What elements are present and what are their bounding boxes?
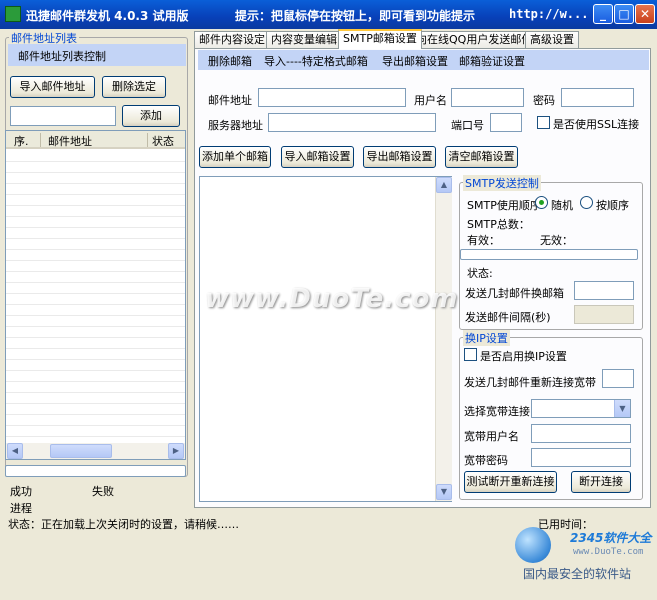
watermark-text: www.DuoTe.com: [205, 284, 459, 314]
disconnect-button[interactable]: 断开连接: [571, 471, 631, 493]
brand-logo: 2345软件大全 www.DuoTe.com 国内最安全的软件站: [515, 523, 657, 600]
smtp-server-input[interactable]: [268, 113, 436, 132]
column-status[interactable]: 状态: [152, 133, 174, 149]
connection-select[interactable]: ▼: [531, 399, 631, 418]
reconnect-count-label: 发送几封邮件重新连接宽带: [464, 376, 596, 389]
test-reconnect-button[interactable]: 测试断开重新连接: [464, 471, 557, 493]
tab-mail-content[interactable]: 邮件内容设定: [194, 31, 270, 48]
globe-icon: [515, 527, 551, 563]
server-address-label: 服务器地址: [208, 119, 263, 132]
switch-mailbox-label: 发送几封邮件换邮箱: [465, 287, 564, 300]
main-window: 迅捷邮件群发机 4.0.3 试用版 提示：把鼠标停在按钮上，即可看到功能提示 h…: [0, 0, 657, 600]
import-special-format-menu[interactable]: 导入----特定格式邮箱: [264, 53, 368, 69]
smtp-invalid-label: 无效：: [540, 234, 573, 247]
broadband-password-input[interactable]: [531, 448, 631, 467]
smtp-email-input[interactable]: [258, 88, 406, 107]
delete-selected-button[interactable]: 删除选定: [102, 76, 166, 98]
tab-variable-edit[interactable]: 内容变量编辑: [266, 31, 342, 48]
switch-mailbox-input[interactable]: [574, 281, 634, 300]
email-list-control-bar: 邮件地址列表控制: [8, 44, 186, 66]
ssl-label: 是否使用SSL连接: [553, 118, 640, 131]
column-email[interactable]: 邮件地址: [48, 133, 92, 149]
close-button[interactable]: ✕: [635, 4, 655, 24]
smtp-username-input[interactable]: [451, 88, 524, 107]
brand-slogan: 国内最安全的软件站: [523, 567, 632, 581]
status-text: 状态：正在加载上次关闭时的设置，请稍候……: [8, 518, 239, 531]
scroll-down-icon[interactable]: ▼: [436, 484, 452, 500]
tab-qq-online[interactable]: 向在线QQ用户发送邮件: [411, 31, 538, 48]
delete-mailbox-menu[interactable]: 删除邮箱: [208, 53, 252, 69]
smtp-control-title: SMTP发送控制: [463, 175, 541, 191]
maximize-button[interactable]: □: [614, 4, 634, 24]
broadband-password-label: 宽带密码: [464, 454, 508, 467]
minimize-button[interactable]: _: [593, 4, 613, 24]
progress-label: 进程: [10, 502, 32, 515]
tooltip-hint: 提示：把鼠标停在按钮上，即可看到功能提示: [235, 9, 476, 23]
smtp-progress-bar: [460, 249, 638, 260]
email-address-label: 邮件地址: [208, 94, 252, 107]
window-title: 迅捷邮件群发机 4.0.3 试用版: [26, 9, 189, 23]
send-interval-input: [574, 305, 634, 324]
scroll-left-icon[interactable]: ◀: [7, 443, 23, 459]
smtp-order-label: SMTP使用顺序: [467, 199, 541, 212]
broadband-username-input[interactable]: [531, 424, 631, 443]
add-single-mailbox-button[interactable]: 添加单个邮箱: [199, 146, 271, 168]
smtp-password-input[interactable]: [561, 88, 634, 107]
title-bar[interactable]: 迅捷邮件群发机 4.0.3 试用版 提示：把鼠标停在按钮上，即可看到功能提示 h…: [0, 0, 657, 29]
smtp-port-input[interactable]: [490, 113, 522, 132]
ssl-checkbox[interactable]: [537, 116, 550, 129]
email-list-view[interactable]: 序. 邮件地址 状态 ◀ ▶: [5, 130, 186, 460]
reconnect-count-input[interactable]: [602, 369, 634, 388]
port-label: 端口号: [451, 119, 484, 132]
chevron-down-icon[interactable]: ▼: [614, 400, 630, 417]
send-progress-bar: [5, 465, 186, 477]
hscroll-thumb[interactable]: [50, 444, 112, 458]
fail-label: 失败: [92, 485, 114, 498]
add-email-button[interactable]: 添加: [122, 105, 180, 127]
scroll-right-icon[interactable]: ▶: [168, 443, 184, 459]
send-interval-label: 发送邮件间隔(秒): [465, 311, 551, 324]
scroll-up-icon[interactable]: ▲: [436, 177, 452, 193]
random-order-label: 随机: [551, 199, 573, 212]
brand-url: www.DuoTe.com: [573, 547, 644, 557]
password-label: 密码: [533, 94, 555, 107]
mailbox-verify-menu[interactable]: 邮箱验证设置: [459, 53, 525, 69]
sequential-order-label: 按顺序: [596, 199, 629, 212]
random-order-radio[interactable]: [535, 196, 548, 209]
smtp-valid-label: 有效：: [467, 234, 500, 247]
clear-mailbox-settings-button[interactable]: 清空邮箱设置: [445, 146, 518, 168]
column-index[interactable]: 序.: [14, 133, 29, 149]
smtp-toolbar: 删除邮箱 导入----特定格式邮箱 导出邮箱设置 邮箱验证设置: [198, 50, 649, 70]
list-hscrollbar[interactable]: ◀ ▶: [6, 443, 185, 459]
add-email-input[interactable]: [10, 106, 116, 126]
broadband-username-label: 宽带用户名: [464, 430, 519, 443]
export-mailbox-settings-button[interactable]: 导出邮箱设置: [363, 146, 436, 168]
enable-ip-change-label: 是否启用换IP设置: [480, 350, 567, 363]
smtp-status-label: 状态:: [467, 267, 493, 280]
smtp-total-label: SMTP总数：: [467, 218, 530, 231]
import-mailbox-settings-button[interactable]: 导入邮箱设置: [281, 146, 354, 168]
enable-ip-change-checkbox[interactable]: [464, 348, 477, 361]
ip-change-title: 换IP设置: [463, 330, 510, 346]
email-list-control-label: 邮件地址列表控制: [18, 50, 106, 63]
sequential-order-radio[interactable]: [580, 196, 593, 209]
brand-name: 2345软件大全: [570, 531, 652, 545]
mailbox-vscrollbar[interactable]: ▲ ▼: [435, 177, 452, 501]
mailbox-list-box[interactable]: ▲ ▼: [199, 176, 452, 502]
title-url: http://w...: [509, 7, 589, 21]
list-rows: [6, 151, 185, 441]
success-label: 成功: [10, 485, 32, 498]
username-label: 用户名: [414, 94, 447, 107]
app-icon: [5, 6, 21, 22]
tab-smtp-settings[interactable]: SMTP邮箱设置: [338, 29, 422, 49]
import-email-button[interactable]: 导入邮件地址: [10, 76, 95, 98]
list-header: 序. 邮件地址 状态: [6, 131, 185, 149]
select-connection-label: 选择宽带连接: [464, 405, 530, 418]
tab-advanced[interactable]: 高级设置: [525, 31, 579, 48]
export-mailbox-menu[interactable]: 导出邮箱设置: [382, 53, 448, 69]
